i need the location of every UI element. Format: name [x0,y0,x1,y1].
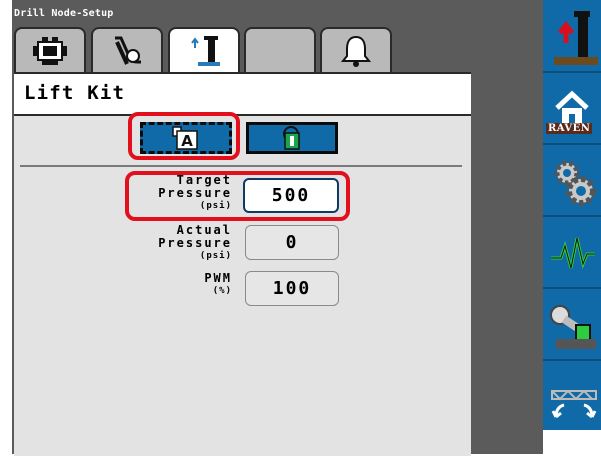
right-gap-panel [471,72,543,454]
wing-fold-icon [551,389,597,419]
valve-lever-icon [550,305,596,349]
pwm-label: PWM (%) [204,272,232,298]
sidebar-settings[interactable] [543,147,601,217]
bell-icon [340,35,372,67]
actual-pressure-label-line2: Pressure [158,236,232,250]
sidebar-implement[interactable] [543,3,601,73]
lift-kit-icon [191,35,220,66]
actual-pressure-label: Actual Pressure (psi) [158,224,232,263]
target-pressure-input[interactable]: 500 [243,178,339,213]
tab-alarms[interactable] [320,27,392,72]
manual-mode-icon: A [172,126,198,150]
pwm-unit: (%) [212,286,232,296]
tab-lift-kit[interactable] [168,27,240,74]
actual-pressure-value: 0 [245,225,339,260]
actual-pressure-unit: (psi) [199,251,232,261]
sidebar-valve[interactable] [543,291,601,361]
tab-hydraulic-setup[interactable] [91,27,163,72]
content-panel: Lift Kit A Target Pressure (psi) 500 Act… [14,72,471,456]
sidebar-fold[interactable] [543,363,601,433]
divider [20,165,462,167]
sidebar: RAVEN [543,0,601,430]
auto-mode-icon [283,126,300,150]
sidebar-diagnostics[interactable] [543,219,601,289]
target-pressure-label: Target Pressure (psi) [158,174,232,213]
target-pressure-label-line2: Pressure [158,186,232,200]
window-title: Drill Node-Setup [14,8,114,19]
sidebar-bottom-gap [543,430,601,454]
target-pressure-unit: (psi) [199,201,232,211]
page-title-bar: Lift Kit [14,74,471,116]
page-title: Lift Kit [24,82,126,104]
implement-lift-icon [554,11,598,65]
pwm-value: 100 [245,271,339,306]
tab-blank[interactable] [244,27,316,72]
engine-icon [33,36,67,65]
raven-brand-label: RAVEN [546,123,593,134]
hydraulic-hose-icon [115,36,141,65]
manual-mode-glyph: A [181,132,193,150]
sidebar-home[interactable]: RAVEN [543,75,601,145]
pwm-label-line1: PWM [204,271,232,285]
auto-mode-button[interactable] [246,122,338,154]
manual-mode-button[interactable]: A [140,122,232,154]
gears-icon [554,160,596,206]
waveform-icon [551,237,595,270]
tab-engine-setup[interactable] [14,27,86,72]
